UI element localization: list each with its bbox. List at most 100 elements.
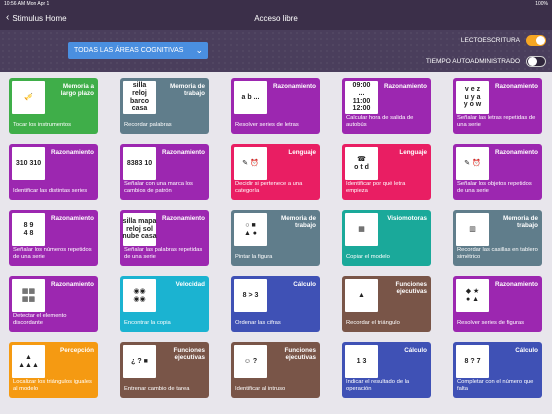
exercise-name: Señalar las letras repetidas de una seri… [457, 115, 536, 129]
exercise-category: Memoria de trabajo [170, 83, 205, 98]
exercise-thumbnail: a b ... [234, 81, 267, 114]
exercise-thumbnail: ¿ ? ■ [123, 345, 156, 378]
chevron-down-icon: ⌄ [195, 45, 203, 55]
exercise-category: Razonamiento [50, 149, 94, 156]
exercise-category: Lenguaje [288, 149, 316, 156]
exercise-thumbnail: ◆ ★ ● ▲ [456, 279, 489, 312]
tiempo-toggle-row: TIEMPO AUTOADMINISTRADO [426, 56, 546, 67]
exercise-card[interactable]: 310 310 Razonamiento Identificar las disti… [9, 144, 98, 200]
exercise-card[interactable]: ¿ ? ■ Funciones ejecutivas Entrenar cambio… [120, 342, 209, 398]
exercise-thumbnail: 8 > 3 [234, 279, 267, 312]
exercise-thumbnail: silla mapa reloj sol nube casa [122, 213, 157, 246]
exercise-card[interactable]: 8 ? 7 Cálculo Completar con el número que … [453, 342, 542, 398]
exercise-category: Cálculo [404, 347, 427, 354]
exercise-name: Encontrar la copia [124, 320, 171, 327]
exercise-category: Razonamiento [494, 149, 538, 156]
exercise-category: Cálculo [515, 347, 538, 354]
exercise-category: Razonamiento [50, 215, 94, 222]
exercise-card[interactable]: ▥ Memoria de trabajo Recordar las casillas… [453, 210, 542, 266]
exercise-card[interactable]: 8383 10 Razonamiento Señalar con una marca… [120, 144, 209, 200]
exercise-card[interactable]: 09:00 ... 11:00 12:00 Razonamiento Calcula… [342, 78, 431, 134]
exercise-card[interactable]: ▦▦ ▦▦ Razonamiento Detectar el elemento di… [9, 276, 98, 332]
tiempo-label: TIEMPO AUTOADMINISTRADO [425, 58, 520, 65]
exercise-thumbnail: ○ ■ ▲ ● [234, 213, 267, 246]
exercise-card[interactable]: ◆ ★ ● ▲ Razonamiento Resolver series de fi… [453, 276, 542, 332]
dropdown-value: TODAS LAS ÁREAS COGNITIVAS [74, 47, 184, 54]
exercise-category: Razonamiento [161, 215, 205, 222]
exercise-thumbnail: ✎ ⏰ [456, 147, 489, 180]
exercise-category: Funciones ejecutivas [173, 347, 206, 362]
exercise-card[interactable]: ☺ ? Funciones ejecutivas Identificar al in… [231, 342, 320, 398]
exercise-card[interactable]: silla mapa reloj sol nube casa Razonamien… [120, 210, 209, 266]
exercise-name: Recordar el triángulo [346, 320, 400, 327]
battery-indicator: 100% [535, 1, 548, 7]
filter-bar: TODAS LAS ÁREAS COGNITIVAS ⌄ LECTOESCRIT… [0, 30, 552, 72]
exercise-card[interactable]: 8 > 3 Cálculo Ordenar las cifras [231, 276, 320, 332]
exercise-name: Identificar por qué letra empieza [346, 181, 406, 195]
exercise-thumbnail: ☎ o t d [345, 147, 378, 180]
exercise-card[interactable]: 1 3 Cálculo Indicar el resultado de la ope… [342, 342, 431, 398]
lectoescritura-switch[interactable] [526, 35, 546, 46]
tiempo-switch[interactable] [526, 56, 546, 67]
exercise-thumbnail: ✎ ⏰ [234, 147, 267, 180]
lectoescritura-toggle-row: LECTOESCRITURA [461, 35, 546, 46]
exercise-category: Razonamiento [50, 281, 94, 288]
exercise-thumbnail: 8383 10 [123, 147, 156, 180]
exercise-category: Razonamiento [494, 83, 538, 90]
exercise-category: Visiomotoras [387, 215, 427, 222]
exercise-card[interactable]: ◉◉ ◉◉ Velocidad Encontrar la copia [120, 276, 209, 332]
exercise-card[interactable]: a b ... Razonamiento Resolver series de le… [231, 78, 320, 134]
exercise-card[interactable]: ✎ ⏰ Razonamiento Señalar los objetos repet… [453, 144, 542, 200]
exercise-name: Recordar palabras [124, 122, 172, 129]
exercise-name: Señalar las palabras repetidas de una se… [124, 247, 203, 261]
exercise-name: Resolver series de figuras [457, 320, 525, 327]
exercise-thumbnail: ☺ ? [234, 345, 267, 378]
exercise-category: Razonamiento [272, 83, 316, 90]
exercise-thumbnail: 8 9 4 8 [12, 213, 45, 246]
exercise-name: Señalar los números repetidos de una ser… [13, 247, 92, 261]
exercise-card[interactable]: ✎ ⏰ Lenguaje Decidir si pertenece a una ca… [231, 144, 320, 200]
exercise-thumbnail: 09:00 ... 11:00 12:00 [345, 81, 378, 114]
exercise-category: Memoria a largo plazo [60, 83, 94, 98]
exercise-card[interactable]: v e z u y a y o w Razonamiento Señalar las… [453, 78, 542, 134]
exercise-card[interactable]: 🎺 Memoria a largo plazo Tocar los instrume… [9, 78, 98, 134]
exercise-name: Resolver series de letras [235, 122, 299, 129]
exercise-card[interactable]: ○ ■ ▲ ● Memoria de trabajo Pintar la figur… [231, 210, 320, 266]
exercise-card[interactable]: ☎ o t d Lenguaje Identificar por qué letra… [342, 144, 431, 200]
exercise-name: Indicar el resultado de la operación [346, 379, 410, 393]
exercise-thumbnail: ▥ [456, 213, 489, 246]
exercise-name: Señalar los objetos repetidos de una ser… [457, 181, 532, 195]
exercise-category: Razonamiento [161, 149, 205, 156]
exercise-category: Funciones ejecutivas [395, 281, 428, 296]
exercise-name: Tocar los instrumentos [13, 122, 71, 129]
exercise-card[interactable]: ▲ ▲▲▲ Percepción Localizar los triángulos … [9, 342, 98, 398]
exercise-name: Entrenar cambio de tarea [124, 386, 190, 393]
cognitive-area-dropdown[interactable]: TODAS LAS ÁREAS COGNITIVAS ⌄ [68, 42, 208, 59]
exercise-category: Razonamiento [494, 281, 538, 288]
exercise-thumbnail: ▦▦ ▦▦ [12, 279, 45, 312]
exercise-category: Percepción [60, 347, 94, 354]
exercise-category: Lenguaje [399, 149, 427, 156]
exercise-card[interactable]: 8 9 4 8 Razonamiento Señalar los números r… [9, 210, 98, 266]
exercise-card[interactable]: silla reloj barco casa Memoria de trabajo… [120, 78, 209, 134]
exercise-name: Identificar al intruso [235, 386, 286, 393]
exercise-category: Razonamiento [383, 83, 427, 90]
exercise-thumbnail: 1 3 [345, 345, 378, 378]
exercise-thumbnail: ▦ [345, 213, 378, 246]
lectoescritura-label: LECTOESCRITURA [460, 37, 520, 44]
exercise-name: Localizar los triángulos iguales al mode… [13, 379, 92, 393]
exercise-card[interactable]: ▦ Visiomotoras Copiar el modelo [342, 210, 431, 266]
exercise-name: Identificar las distintas series [13, 188, 88, 195]
exercise-card[interactable]: ▲ Funciones ejecutivas Recordar el triángu… [342, 276, 431, 332]
nav-bar: ‹ Stimulus Home Acceso libre [0, 8, 552, 30]
exercise-thumbnail: ▲ [345, 279, 378, 312]
status-time: 10:56 AM Mon Apr 1 [4, 1, 50, 7]
exercise-thumbnail: 8 ? 7 [456, 345, 489, 378]
exercise-name: Completar con el número que falta [457, 379, 534, 393]
exercise-name: Copiar el modelo [346, 254, 390, 261]
exercise-thumbnail: ◉◉ ◉◉ [123, 279, 156, 312]
exercise-category: Funciones ejecutivas [284, 347, 317, 362]
exercise-category: Velocidad [175, 281, 205, 288]
exercise-name: Decidir si pertenece a una categoría [235, 181, 303, 195]
exercise-thumbnail: v e z u y a y o w [456, 81, 489, 114]
